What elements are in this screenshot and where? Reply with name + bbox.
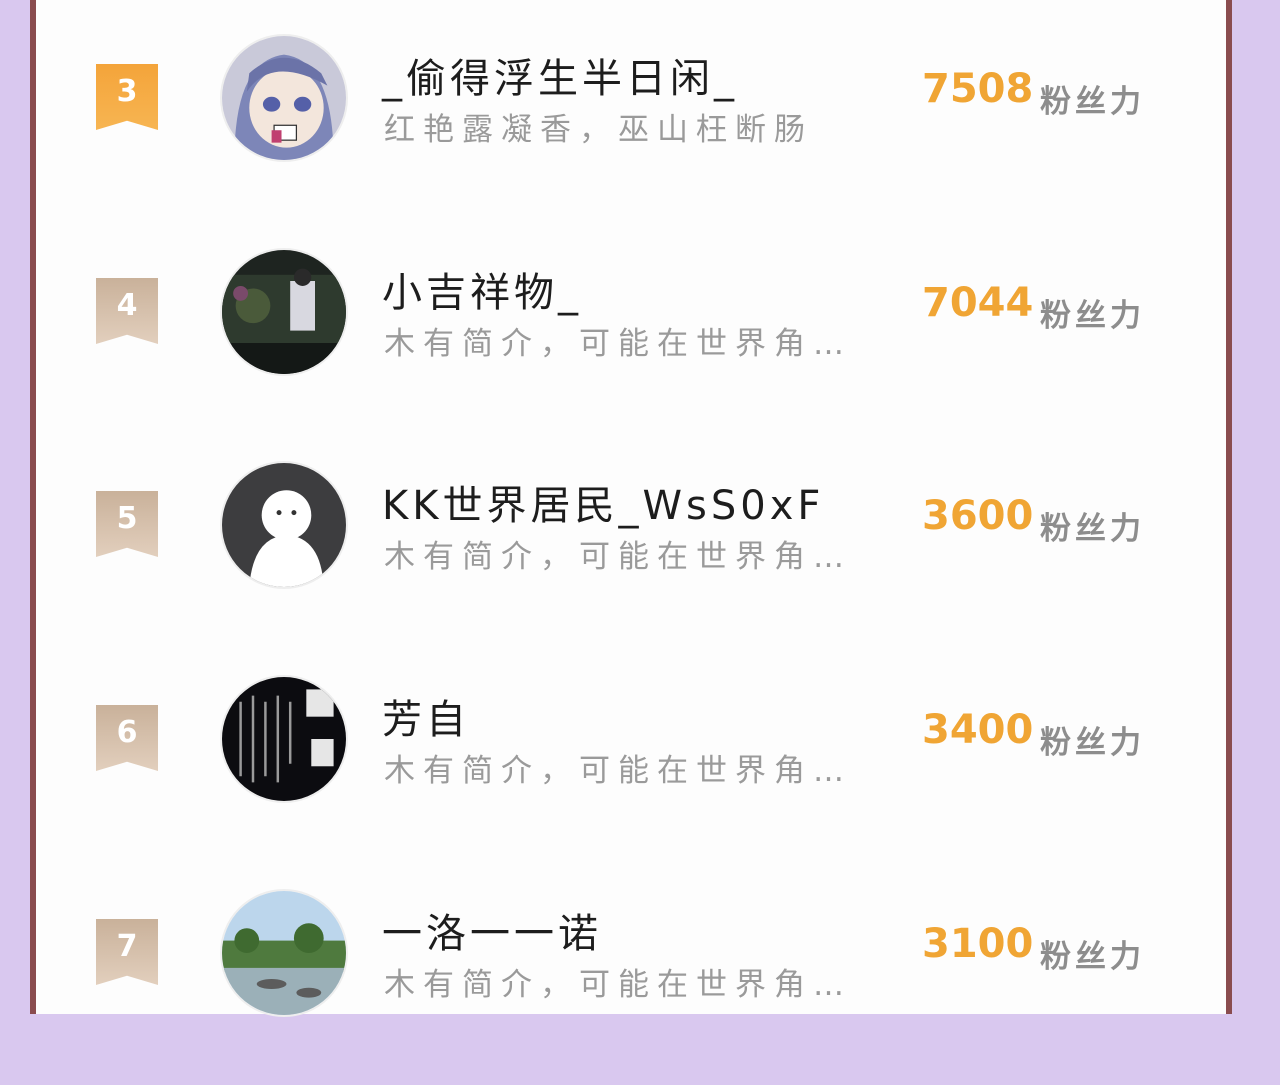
user-avatar[interactable] [220,34,348,162]
user-avatar[interactable] [220,248,348,376]
default-ghost-avatar-icon [222,463,346,587]
user-name[interactable]: 芳自 [382,687,470,745]
rank-badge: 3 [96,64,158,130]
user-avatar[interactable] [220,461,348,589]
user-bio: 木有简介，可能在世界角… [384,753,852,789]
fan-power-score: 3400 [922,707,1034,753]
rank-badge: 6 [96,705,158,771]
ranking-row[interactable]: 5 KK世界居民_WsS0xF 木有简介，可能在世界角… 3600 粉丝力 [36,457,1226,657]
user-name[interactable]: _偷得浮生半日闲_ [382,46,738,104]
fan-power-score: 3100 [922,921,1034,967]
ranking-row[interactable]: 3 _偷得浮生半日闲_ 红艳露凝香，巫山枉断肠 7508 粉丝力 [36,30,1226,230]
rank-number: 7 [116,929,138,964]
ranking-row[interactable]: 4 小吉祥物_ 木有简介，可能在世界角… 7044 粉丝力 [36,244,1226,444]
rank-number: 4 [116,288,138,323]
user-avatar[interactable] [220,889,348,1017]
fan-power-label: 粉丝力 [1040,939,1145,975]
fan-power-label: 粉丝力 [1040,84,1145,120]
rank-badge: 5 [96,491,158,557]
landscape-avatar-icon [222,891,346,1015]
ranking-row[interactable]: 6 芳自 木有简介，可能在世界角… 3400 粉丝力 [36,671,1226,871]
rank-badge: 7 [96,919,158,985]
fan-power-label: 粉丝力 [1040,298,1145,334]
user-avatar[interactable] [220,675,348,803]
fan-power-score: 7508 [922,66,1034,112]
user-bio: 木有简介，可能在世界角… [384,326,852,362]
ranking-card: 3 _偷得浮生半日闲_ 红艳露凝香，巫山枉断肠 7508 粉丝力 4 小吉祥物_… [30,0,1232,1017]
user-bio: 红艳露凝香，巫山枉断肠 [384,112,813,148]
rank-number: 6 [116,715,138,750]
photo-avatar-icon [222,250,346,374]
user-bio: 木有简介，可能在世界角… [384,967,852,1003]
user-name[interactable]: 一洛一一诺 [382,901,602,959]
fan-power-label: 粉丝力 [1040,725,1145,761]
anime-girl-avatar-icon [222,36,346,160]
rank-badge: 4 [96,278,158,344]
fan-power-label: 粉丝力 [1040,511,1145,547]
calligraphy-avatar-icon [222,677,346,801]
user-name[interactable]: KK世界居民_WsS0xF [382,473,824,531]
rank-number: 5 [116,501,138,536]
fan-power-score: 3600 [922,493,1034,539]
user-name[interactable]: 小吉祥物_ [382,260,582,318]
rank-number: 3 [116,74,138,109]
fan-power-score: 7044 [922,280,1034,326]
user-bio: 木有简介，可能在世界角… [384,539,852,575]
ranking-row[interactable]: 7 一洛一一诺 木有简介，可能在世界角… 3100 粉丝力 [36,885,1226,1085]
